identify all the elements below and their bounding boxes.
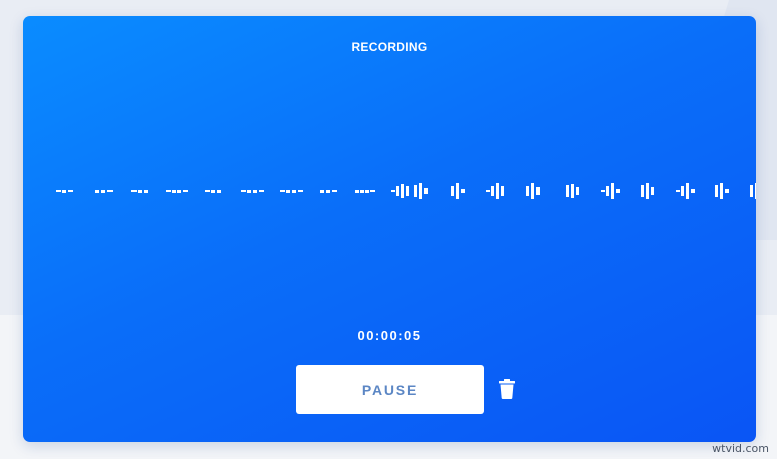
waveform-bar	[456, 183, 459, 199]
waveform-bar	[280, 190, 285, 192]
waveform-bar	[107, 190, 113, 192]
waveform-bar	[491, 186, 494, 196]
waveform-bar	[370, 190, 375, 192]
watermark-text: wtvid.com	[712, 442, 769, 455]
waveform-bar	[332, 190, 337, 192]
pause-button[interactable]: PAUSE	[296, 365, 484, 414]
waveform-bar	[755, 183, 756, 199]
waveform-bar	[253, 189, 257, 193]
waveform-bar	[651, 187, 654, 195]
waveform-bar	[496, 183, 499, 199]
waveform-bar	[355, 189, 359, 193]
waveform-bar	[217, 189, 221, 193]
waveform-bar	[576, 187, 579, 195]
waveform-bar	[166, 190, 171, 192]
waveform-bar	[646, 183, 649, 199]
waveform-bar	[401, 184, 404, 198]
waveform-bar	[144, 189, 148, 193]
waveform-bar	[606, 186, 609, 196]
waveform-bar	[641, 185, 644, 197]
waveform-bar	[360, 189, 364, 193]
waveform-bar	[241, 190, 246, 192]
recording-title: RECORDING	[351, 40, 428, 54]
waveform-bar	[68, 190, 73, 192]
waveform-bar	[616, 189, 620, 193]
waveform-bar	[419, 183, 422, 199]
waveform-bar	[461, 189, 465, 193]
waveform-bar	[414, 185, 417, 197]
waveform-bar	[62, 189, 66, 193]
waveform-bar	[750, 185, 753, 197]
waveform-bar	[424, 188, 428, 194]
waveform-bar	[531, 183, 534, 199]
waveform-bar	[259, 190, 264, 192]
waveform-bar	[56, 190, 61, 192]
waveform-bar	[486, 190, 490, 192]
recorder-panel: RECORDING 00:00:05 PAUSE	[23, 16, 756, 442]
waveform-bar	[131, 190, 137, 192]
waveform-bar	[183, 190, 188, 192]
waveform-bar	[681, 186, 684, 196]
waveform-bar	[95, 189, 99, 193]
elapsed-timer: 00:00:05	[357, 328, 422, 343]
trash-icon[interactable]	[499, 379, 515, 399]
waveform-bar	[138, 189, 142, 193]
waveform-bar	[211, 189, 215, 193]
waveform-bar	[720, 183, 723, 199]
waveform-bar	[292, 189, 296, 193]
waveform-bar	[566, 185, 569, 197]
waveform-bar	[247, 189, 251, 193]
waveform-bar	[298, 190, 303, 192]
waveform-bar	[365, 189, 369, 193]
waveform-bar	[286, 189, 290, 193]
waveform-bar	[676, 190, 680, 192]
waveform-bar	[611, 183, 614, 199]
waveform-bar	[177, 189, 181, 193]
waveform-bar	[691, 189, 695, 193]
waveform-bar	[101, 189, 105, 193]
waveform-bar	[715, 185, 718, 197]
waveform-bar	[725, 189, 729, 193]
waveform-bar	[536, 187, 540, 195]
waveform-bar	[326, 189, 330, 193]
waveform-bar	[501, 186, 504, 196]
waveform-bar	[172, 189, 176, 193]
waveform-bar	[601, 190, 605, 192]
waveform-bar	[526, 186, 529, 196]
waveform-bar	[571, 184, 574, 198]
waveform-bar	[205, 190, 210, 192]
waveform-bar	[406, 186, 409, 196]
audio-waveform	[23, 171, 756, 211]
waveform-bar	[686, 183, 689, 199]
waveform-bar	[451, 186, 454, 196]
waveform-bar	[391, 190, 395, 192]
waveform-bar	[396, 186, 399, 196]
waveform-bar	[320, 189, 324, 193]
